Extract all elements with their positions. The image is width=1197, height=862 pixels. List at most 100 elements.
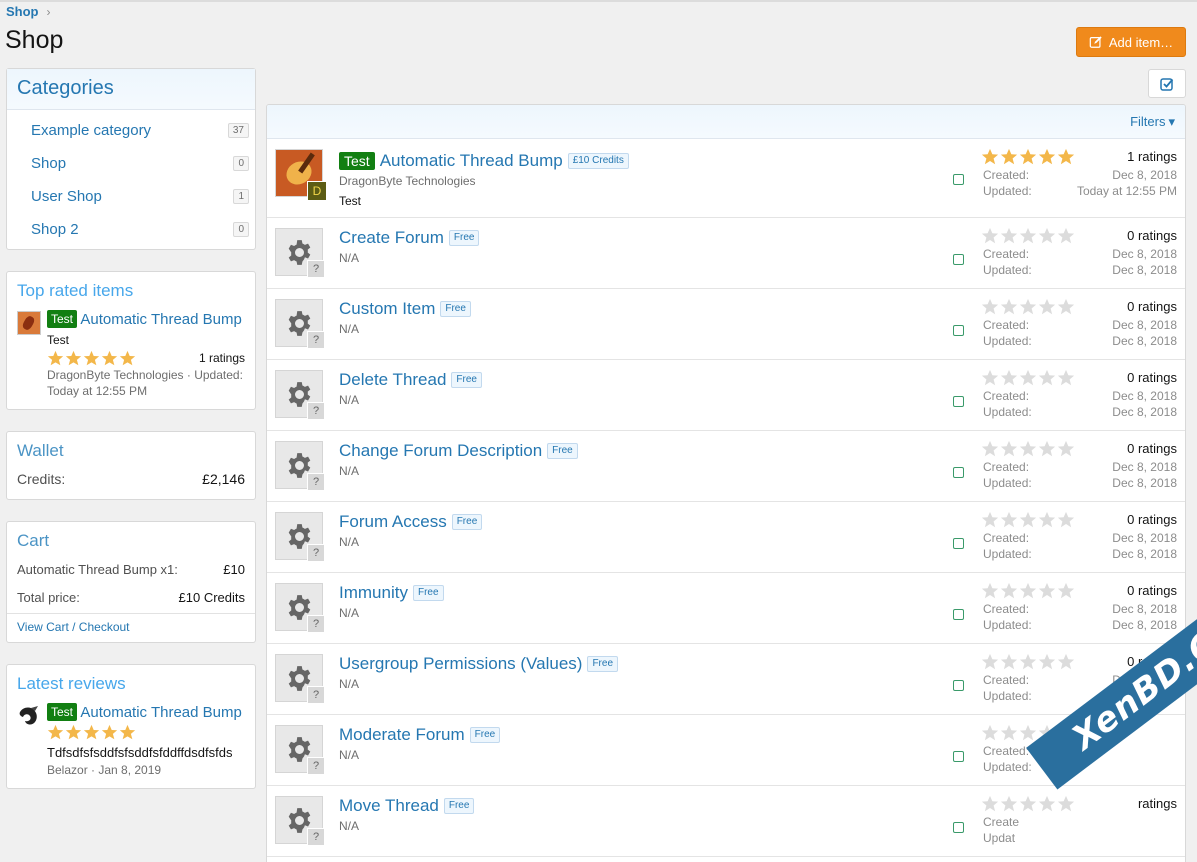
wallet-credits-row: Credits: £2,146 — [7, 467, 255, 499]
item-thumbnail[interactable]: ? — [275, 512, 325, 562]
item-title[interactable]: Move Thread Free — [339, 796, 475, 816]
review-item-title[interactable]: Test Automatic Thread Bump — [47, 702, 245, 724]
rating-stars — [981, 227, 1075, 245]
star-icon — [1000, 440, 1018, 457]
select-checkbox[interactable] — [953, 396, 964, 407]
star-icon — [1019, 511, 1037, 528]
item-title[interactable]: Test Automatic Thread Bump £10 Credits — [339, 151, 629, 171]
select-checkbox[interactable] — [953, 822, 964, 833]
cart-title[interactable]: Cart — [7, 522, 255, 557]
item-thumbnail[interactable]: ? — [275, 370, 325, 420]
item-thumbnail[interactable]: ? — [275, 228, 325, 278]
item-thumbnail[interactable]: ? — [275, 725, 325, 775]
item-author: N/A — [339, 819, 360, 833]
category-item-example-category[interactable]: Example category 37 — [7, 114, 255, 147]
select-checkbox[interactable] — [953, 609, 964, 620]
filter-bar: Filters ▾ — [267, 105, 1185, 139]
star-icon — [1038, 511, 1056, 528]
top-rated-title[interactable]: Top rated items — [7, 272, 255, 307]
star-icon — [1038, 227, 1056, 244]
reviewer-avatar[interactable] — [17, 704, 41, 728]
item-author: N/A — [339, 535, 360, 549]
item-title[interactable]: Delete Thread Free — [339, 370, 482, 390]
item-title[interactable]: Custom Item Free — [339, 299, 471, 319]
ratings-count: 0 ratings — [1127, 299, 1177, 314]
updated-label: Updated: — [983, 476, 1032, 490]
select-toggle-button[interactable] — [1148, 69, 1186, 98]
wallet-title[interactable]: Wallet — [7, 432, 255, 467]
item-avatar[interactable] — [17, 311, 41, 335]
item-thumbnail[interactable]: ? — [275, 441, 325, 491]
item-title[interactable]: Immunity Free — [339, 583, 444, 603]
unknown-author-badge[interactable]: ? — [307, 473, 325, 491]
item-title[interactable]: Forum Access Free — [339, 512, 483, 532]
item-title[interactable]: Change Forum Description Free — [339, 441, 578, 461]
categories-block: Categories Example category 37 Shop 0 Us… — [6, 68, 256, 250]
item-title[interactable]: Moderate Forum Free — [339, 725, 501, 745]
star-icon — [1019, 369, 1037, 386]
item-title[interactable]: Usergroup Permissions (Values) Free — [339, 654, 618, 674]
unknown-author-badge[interactable]: ? — [307, 686, 325, 704]
item-title-text: Automatic Thread Bump — [80, 311, 242, 328]
add-item-button[interactable]: Add item… — [1076, 27, 1186, 57]
item-title-text: Create Forum — [339, 228, 444, 247]
ratings-count: 0 ratings — [1127, 370, 1177, 385]
unknown-author-badge[interactable]: ? — [307, 402, 325, 420]
item-thumbnail[interactable]: D — [275, 149, 327, 201]
author-avatar-badge[interactable]: D — [307, 181, 327, 201]
category-count: 0 — [233, 222, 249, 237]
select-checkbox[interactable] — [953, 174, 964, 185]
select-checkbox[interactable] — [953, 680, 964, 691]
created-label: Created: — [983, 531, 1030, 545]
rating-stars — [981, 298, 1075, 316]
item-thumbnail[interactable]: ? — [275, 583, 325, 633]
select-checkbox[interactable] — [953, 467, 964, 478]
category-item-shop-2[interactable]: Shop 2 0 — [7, 213, 255, 246]
star-icon — [119, 724, 136, 740]
credits-value: £2,146 — [202, 471, 245, 487]
rating-stars — [981, 582, 1075, 600]
select-checkbox[interactable] — [953, 254, 964, 265]
updated-label: Updat — [983, 831, 1016, 845]
cart-line-value: £10 — [223, 562, 245, 577]
unknown-author-badge[interactable]: ? — [307, 615, 325, 633]
star-icon — [1000, 227, 1018, 244]
item-thumbnail[interactable]: ? — [275, 654, 325, 704]
cart-total-value: £10 Credits — [178, 590, 245, 605]
star-icon — [1038, 795, 1056, 812]
star-icon — [1038, 369, 1056, 386]
star-icon — [101, 350, 118, 365]
item-dates: Created: Dec 8, 2018 Updated: Dec 8, 2018 — [983, 530, 1177, 562]
item-description: Test — [47, 333, 70, 347]
filters-dropdown[interactable]: Filters — [1130, 114, 1165, 129]
top-rated-item-title[interactable]: Test Automatic Thread Bump — [47, 309, 245, 331]
ratings-count: 1 ratings — [198, 351, 245, 365]
view-cart-link[interactable]: View Cart / Checkout — [7, 613, 255, 642]
star-icon — [1019, 440, 1037, 457]
item-dates: Created: Dec 8, 2018 Updated: Dec 8, 2018 — [983, 388, 1177, 420]
star-icon — [83, 350, 100, 365]
review-text: Tdfsdfsfsddfsfsddfsfddffdsdfsfds — [47, 745, 233, 760]
item-thumbnail[interactable]: ? — [275, 796, 325, 846]
star-icon — [981, 440, 999, 457]
item-thumbnail[interactable]: ? — [275, 299, 325, 349]
item-title[interactable]: Create Forum Free — [339, 228, 480, 248]
breadcrumb-shop-link[interactable]: Shop — [6, 4, 39, 19]
ratings-count: 0 ratings — [1127, 512, 1177, 527]
category-item-user-shop[interactable]: User Shop 1 — [7, 180, 255, 213]
star-icon — [1057, 369, 1075, 386]
latest-reviews-title[interactable]: Latest reviews — [7, 665, 255, 700]
unknown-author-badge[interactable]: ? — [307, 757, 325, 775]
unknown-author-badge[interactable]: ? — [307, 260, 325, 278]
price-badge: £10 Credits — [567, 153, 629, 169]
select-checkbox[interactable] — [953, 325, 964, 336]
select-checkbox[interactable] — [953, 751, 964, 762]
updated-label: Updated: — [983, 405, 1032, 419]
updated-label: Updated: — [983, 760, 1032, 774]
star-icon — [119, 350, 136, 365]
unknown-author-badge[interactable]: ? — [307, 544, 325, 562]
category-item-shop[interactable]: Shop 0 — [7, 147, 255, 180]
select-checkbox[interactable] — [953, 538, 964, 549]
unknown-author-badge[interactable]: ? — [307, 828, 325, 846]
unknown-author-badge[interactable]: ? — [307, 331, 325, 349]
